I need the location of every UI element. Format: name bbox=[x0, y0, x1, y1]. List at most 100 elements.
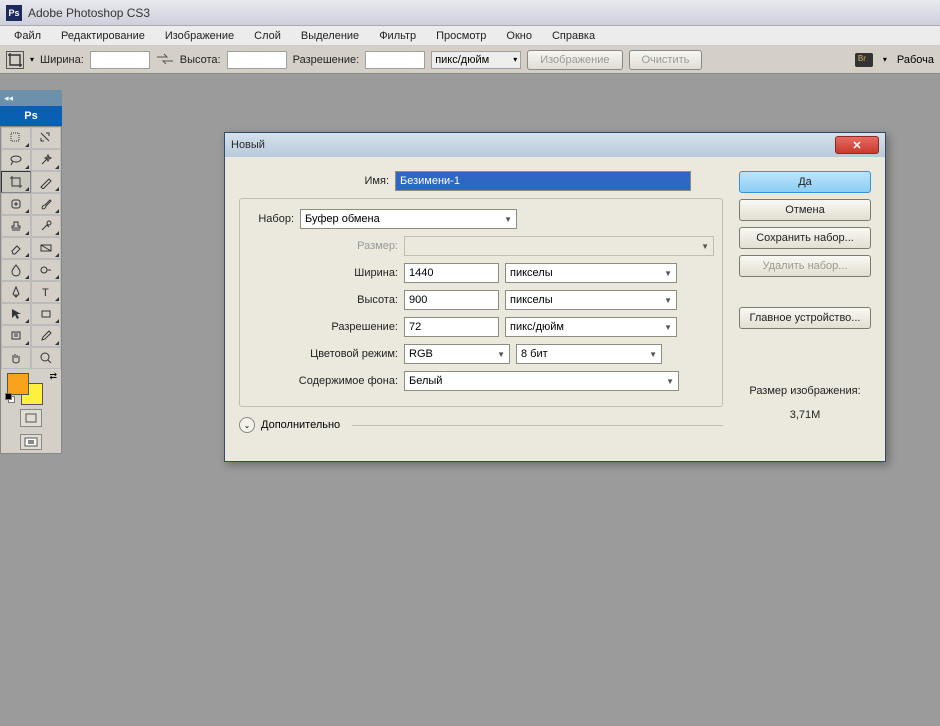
chevron-down-icon: ▼ bbox=[664, 269, 672, 278]
size-select: ▼ bbox=[404, 236, 714, 256]
menu-image[interactable]: Изображение bbox=[155, 30, 244, 42]
save-preset-button[interactable]: Сохранить набор... bbox=[739, 227, 871, 249]
chevron-down-icon: ▼ bbox=[649, 350, 657, 359]
bitdepth-value: 8 бит bbox=[521, 348, 548, 360]
cancel-label: Отмена bbox=[785, 204, 824, 216]
type-tool[interactable]: T bbox=[31, 281, 61, 303]
crop-tool-icon[interactable] bbox=[6, 51, 24, 69]
move-tool[interactable] bbox=[1, 127, 31, 149]
dialog-titlebar[interactable]: Новый ✕ bbox=[225, 133, 885, 157]
menu-help[interactable]: Справка bbox=[542, 30, 605, 42]
advanced-toggle[interactable]: ⌄ Дополнительно bbox=[239, 417, 723, 433]
options-unit-value: пикс/дюйм bbox=[435, 54, 489, 66]
path-select-tool[interactable] bbox=[1, 303, 31, 325]
app-title: Adobe Photoshop CS3 bbox=[28, 6, 150, 20]
pen-tool[interactable] bbox=[1, 281, 31, 303]
blur-tool[interactable] bbox=[1, 259, 31, 281]
chevron-down-icon[interactable]: ▾ bbox=[883, 55, 887, 64]
menu-file[interactable]: Файл bbox=[4, 30, 51, 42]
save-preset-label: Сохранить набор... bbox=[756, 232, 854, 244]
cancel-button[interactable]: Отмена bbox=[739, 199, 871, 221]
new-document-dialog: Новый ✕ Имя: Безимени-1 Набор: Буфер обм… bbox=[224, 132, 886, 462]
delete-preset-label: Удалить набор... bbox=[763, 260, 848, 272]
options-clear-button[interactable]: Очистить bbox=[629, 50, 703, 70]
menubar: Файл Редактирование Изображение Слой Выд… bbox=[0, 26, 940, 46]
width-value: 1440 bbox=[409, 267, 433, 279]
width-label: Ширина: bbox=[248, 267, 404, 279]
menu-filter[interactable]: Фильтр bbox=[369, 30, 426, 42]
device-central-button[interactable]: Главное устройство... bbox=[739, 307, 871, 329]
menu-edit[interactable]: Редактирование bbox=[51, 30, 155, 42]
slice-tool[interactable] bbox=[31, 171, 61, 193]
swap-dimensions-icon[interactable] bbox=[156, 53, 174, 67]
palette-collapse-strip[interactable]: ◂◂ bbox=[0, 90, 62, 106]
close-button[interactable]: ✕ bbox=[835, 136, 879, 154]
foreground-color-swatch[interactable] bbox=[7, 373, 29, 395]
resolution-input[interactable]: 72 bbox=[404, 317, 499, 337]
preset-fieldset: Набор: Буфер обмена ▼ Размер: ▼ Ширина: … bbox=[239, 198, 723, 407]
preset-select[interactable]: Буфер обмена ▼ bbox=[300, 209, 517, 229]
bgcontent-select[interactable]: Белый ▼ bbox=[404, 371, 679, 391]
dialog-title: Новый bbox=[231, 139, 265, 151]
shape-tool[interactable] bbox=[31, 303, 61, 325]
wand-tool[interactable] bbox=[31, 149, 61, 171]
gradient-tool[interactable] bbox=[31, 237, 61, 259]
ok-label: Да bbox=[798, 176, 812, 188]
menu-layer[interactable]: Слой bbox=[244, 30, 291, 42]
lasso-tool[interactable] bbox=[1, 149, 31, 171]
expand-icon: ⌄ bbox=[239, 417, 255, 433]
menu-window[interactable]: Окно bbox=[496, 30, 542, 42]
screen-mode-button[interactable] bbox=[20, 434, 42, 450]
options-height-input[interactable] bbox=[227, 51, 287, 69]
marquee-tool[interactable] bbox=[31, 127, 61, 149]
height-input[interactable]: 900 bbox=[404, 290, 499, 310]
eraser-tool[interactable] bbox=[1, 237, 31, 259]
image-size-label: Размер изображения: bbox=[739, 385, 871, 397]
notes-tool[interactable] bbox=[1, 325, 31, 347]
menu-view[interactable]: Просмотр bbox=[426, 30, 496, 42]
svg-text:T: T bbox=[42, 287, 49, 299]
menu-select[interactable]: Выделение bbox=[291, 30, 369, 42]
healing-tool[interactable] bbox=[1, 193, 31, 215]
zoom-tool[interactable] bbox=[31, 347, 61, 369]
resolution-label: Разрешение: bbox=[248, 321, 404, 333]
close-icon: ✕ bbox=[852, 139, 861, 152]
width-unit-select[interactable]: пикселы ▼ bbox=[505, 263, 677, 283]
chevron-down-icon: ▼ bbox=[664, 323, 672, 332]
colormode-select[interactable]: RGB ▼ bbox=[404, 344, 510, 364]
bridge-icon[interactable] bbox=[855, 53, 873, 67]
ok-button[interactable]: Да bbox=[739, 171, 871, 193]
brush-tool[interactable] bbox=[31, 193, 61, 215]
default-colors-icon[interactable] bbox=[5, 393, 15, 403]
tool-preset-arrow-icon[interactable]: ▾ bbox=[30, 55, 34, 64]
options-resolution-input[interactable] bbox=[365, 51, 425, 69]
workspace-label[interactable]: Рабоча bbox=[897, 54, 934, 66]
divider bbox=[352, 425, 723, 426]
options-image-button[interactable]: Изображение bbox=[527, 50, 622, 70]
stamp-tool[interactable] bbox=[1, 215, 31, 237]
dodge-tool[interactable] bbox=[31, 259, 61, 281]
crop-tool[interactable] bbox=[1, 171, 31, 193]
toolbox-container: ◂◂ Ps bbox=[0, 90, 62, 454]
hand-tool[interactable] bbox=[1, 347, 31, 369]
height-unit-select[interactable]: пикселы ▼ bbox=[505, 290, 677, 310]
name-label: Имя: bbox=[239, 175, 395, 187]
preset-label: Набор: bbox=[248, 213, 300, 225]
color-swatches[interactable]: ⇄ bbox=[1, 369, 61, 405]
width-input[interactable]: 1440 bbox=[404, 263, 499, 283]
chevron-down-icon: ▼ bbox=[664, 296, 672, 305]
swap-colors-icon[interactable]: ⇄ bbox=[49, 371, 57, 382]
resolution-unit-select[interactable]: пикс/дюйм ▼ bbox=[505, 317, 677, 337]
options-width-input[interactable] bbox=[90, 51, 150, 69]
colormode-label: Цветовой режим: bbox=[248, 348, 404, 360]
eyedropper-tool[interactable] bbox=[31, 325, 61, 347]
options-unit-select[interactable]: пикс/дюйм ▾ bbox=[431, 51, 521, 69]
optionsbar: ▾ Ширина: Высота: Разрешение: пикс/дюйм … bbox=[0, 46, 940, 74]
chevron-down-icon: ▼ bbox=[666, 377, 674, 386]
bitdepth-select[interactable]: 8 бит ▼ bbox=[516, 344, 662, 364]
toolbox-header[interactable]: Ps bbox=[0, 106, 62, 126]
standard-mode-button[interactable] bbox=[20, 409, 42, 427]
name-input[interactable]: Безимени-1 bbox=[395, 171, 691, 191]
history-brush-tool[interactable] bbox=[31, 215, 61, 237]
toolbox-header-label: Ps bbox=[24, 110, 37, 122]
